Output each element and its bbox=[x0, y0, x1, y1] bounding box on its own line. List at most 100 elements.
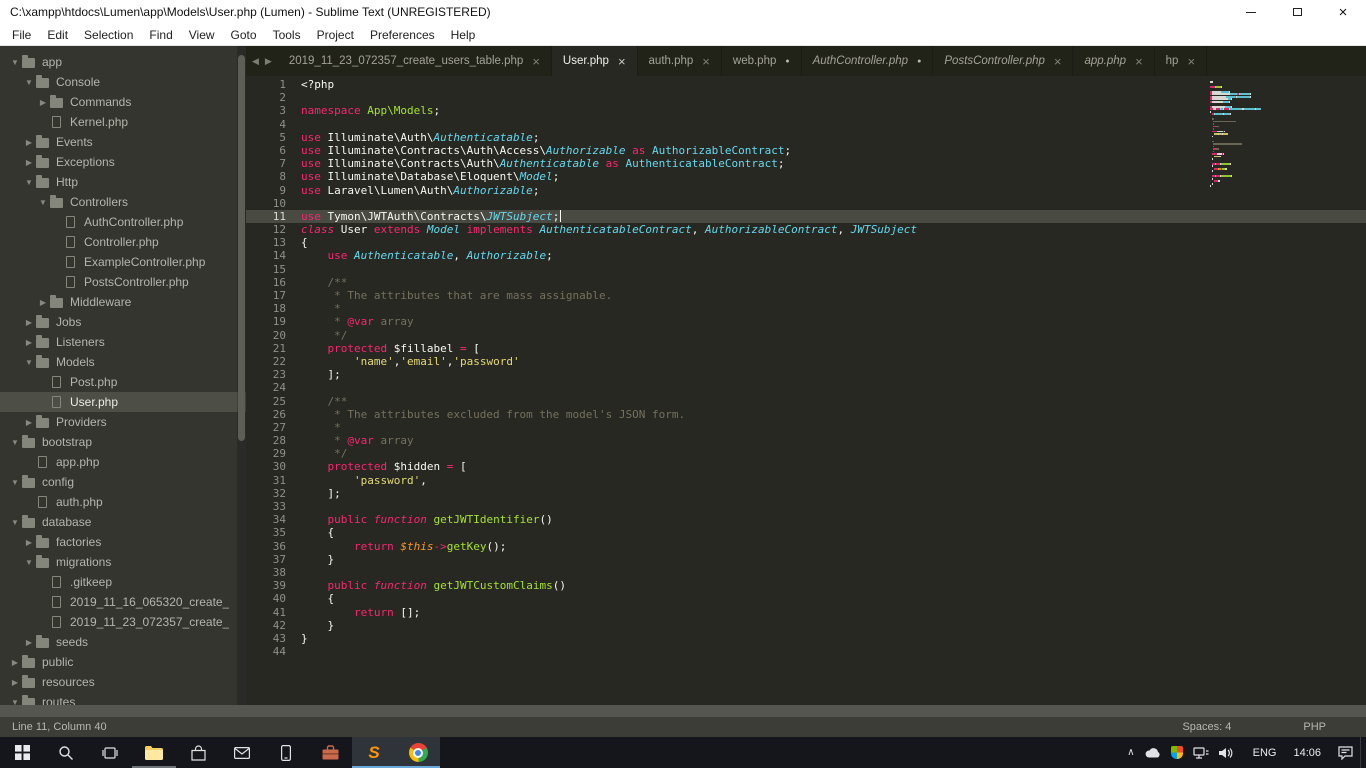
chevron-right-icon[interactable]: ▶ bbox=[22, 338, 36, 347]
menu-item-help[interactable]: Help bbox=[443, 25, 484, 45]
sidebar-item-resources[interactable]: ▶ resources bbox=[0, 672, 246, 692]
volume-icon[interactable] bbox=[1214, 747, 1239, 759]
horizontal-scrollbar[interactable] bbox=[0, 705, 1366, 717]
sidebar-item-seeds[interactable]: ▶ seeds bbox=[0, 632, 246, 652]
sidebar-item-exceptions[interactable]: ▶ Exceptions bbox=[0, 152, 246, 172]
sidebar-item-database[interactable]: ▼ database bbox=[0, 512, 246, 532]
action-center-button[interactable] bbox=[1331, 737, 1360, 768]
sidebar-item-kernel-php[interactable]: Kernel.php bbox=[0, 112, 246, 132]
sidebar-item-2019-11-16-065320-create[interactable]: 2019_11_16_065320_create_ bbox=[0, 592, 246, 612]
tab-scroll-right-icon[interactable]: ▶ bbox=[265, 56, 272, 67]
sidebar-item-app[interactable]: ▼ app bbox=[0, 52, 246, 72]
menu-item-goto[interactable]: Goto bbox=[223, 25, 265, 45]
menu-item-project[interactable]: Project bbox=[309, 25, 362, 45]
sidebar-item-middleware[interactable]: ▶ Middleware bbox=[0, 292, 246, 312]
sidebar-item-config[interactable]: ▼ config bbox=[0, 472, 246, 492]
sidebar-item-factories[interactable]: ▶ factories bbox=[0, 532, 246, 552]
sidebar-item-routes[interactable]: ▼ routes bbox=[0, 692, 246, 705]
mail-icon[interactable] bbox=[220, 737, 264, 768]
hidden-icons-icon[interactable]: ∧ bbox=[1122, 747, 1139, 758]
chevron-right-icon[interactable]: ▶ bbox=[22, 638, 36, 647]
sidebar-item-http[interactable]: ▼ Http bbox=[0, 172, 246, 192]
chevron-down-icon[interactable]: ▼ bbox=[36, 198, 50, 207]
chevron-right-icon[interactable]: ▶ bbox=[8, 658, 22, 667]
tab-scroll-left-icon[interactable]: ◀ bbox=[252, 56, 259, 67]
chevron-right-icon[interactable]: ▶ bbox=[22, 158, 36, 167]
chevron-down-icon[interactable]: ▼ bbox=[22, 78, 36, 87]
minimap[interactable] bbox=[1210, 81, 1360, 190]
toolbox-icon[interactable] bbox=[308, 737, 352, 768]
sidebar-item-jobs[interactable]: ▶ Jobs bbox=[0, 312, 246, 332]
menu-item-view[interactable]: View bbox=[181, 25, 223, 45]
chevron-down-icon[interactable]: ▼ bbox=[8, 478, 22, 487]
sidebar-scrollbar-thumb[interactable] bbox=[238, 55, 245, 441]
sidebar-item-post-php[interactable]: Post.php bbox=[0, 372, 246, 392]
chevron-down-icon[interactable]: ▼ bbox=[22, 558, 36, 567]
file-explorer-icon[interactable] bbox=[132, 737, 176, 768]
chrome-icon[interactable] bbox=[396, 737, 440, 768]
tab-authcontroller-php[interactable]: AuthController.php ● bbox=[802, 46, 934, 76]
sidebar-item-models[interactable]: ▼ Models bbox=[0, 352, 246, 372]
sidebar-item-user-php[interactable]: User.php bbox=[0, 392, 246, 412]
menu-item-file[interactable]: File bbox=[4, 25, 39, 45]
chevron-right-icon[interactable]: ▶ bbox=[22, 538, 36, 547]
chevron-right-icon[interactable]: ▶ bbox=[22, 138, 36, 147]
tab-auth-php[interactable]: auth.php × bbox=[638, 46, 722, 76]
code-editor[interactable]: 1 <?php 2 3 namespace App\Models; 4 5 use Illum… bbox=[246, 76, 1366, 705]
chevron-right-icon[interactable]: ▶ bbox=[8, 678, 22, 687]
tab-2019-11-23-072357-create-users-table-php[interactable]: 2019_11_23_072357_create_users_table.php… bbox=[278, 46, 552, 76]
chevron-right-icon[interactable]: ▶ bbox=[22, 318, 36, 327]
restore-button[interactable] bbox=[1274, 0, 1320, 24]
menu-item-preferences[interactable]: Preferences bbox=[362, 25, 443, 45]
chevron-right-icon[interactable]: ▶ bbox=[22, 418, 36, 427]
close-button[interactable]: × bbox=[1320, 0, 1366, 24]
language-indicator[interactable]: ENG bbox=[1246, 737, 1284, 768]
sidebar-item-controllers[interactable]: ▼ Controllers bbox=[0, 192, 246, 212]
tab-close-icon[interactable]: × bbox=[1054, 55, 1062, 68]
sidebar-scrollbar-track[interactable] bbox=[237, 46, 246, 705]
syntax-mode[interactable]: PHP bbox=[1303, 721, 1326, 733]
menu-item-selection[interactable]: Selection bbox=[76, 25, 141, 45]
sidebar-item-2019-11-23-072357-create[interactable]: 2019_11_23_072357_create_ bbox=[0, 612, 246, 632]
sidebar-item-controller-php[interactable]: Controller.php bbox=[0, 232, 246, 252]
chevron-down-icon[interactable]: ▼ bbox=[8, 698, 22, 706]
chevron-down-icon[interactable]: ▼ bbox=[8, 438, 22, 447]
chevron-down-icon[interactable]: ▼ bbox=[8, 518, 22, 527]
search-icon[interactable] bbox=[44, 737, 88, 768]
tab-close-icon[interactable]: × bbox=[1187, 55, 1195, 68]
chevron-down-icon[interactable]: ▼ bbox=[22, 358, 36, 367]
tab-close-icon[interactable]: × bbox=[532, 55, 540, 68]
menu-item-find[interactable]: Find bbox=[141, 25, 180, 45]
chevron-right-icon[interactable]: ▶ bbox=[36, 98, 50, 107]
cloud-icon[interactable] bbox=[1140, 747, 1166, 758]
chevron-right-icon[interactable]: ▶ bbox=[36, 298, 50, 307]
minimize-button[interactable] bbox=[1228, 0, 1274, 24]
sidebar-item-postscontroller-php[interactable]: PostsController.php bbox=[0, 272, 246, 292]
sidebar-item-authcontroller-php[interactable]: AuthController.php bbox=[0, 212, 246, 232]
tab-close-icon[interactable]: × bbox=[1135, 55, 1143, 68]
task-view-icon[interactable] bbox=[88, 737, 132, 768]
sublime-text-icon[interactable]: S bbox=[352, 737, 396, 768]
sidebar-item-bootstrap[interactable]: ▼ bootstrap bbox=[0, 432, 246, 452]
tab-postscontroller-php[interactable]: PostsController.php × bbox=[933, 46, 1074, 76]
security-shield-icon[interactable] bbox=[1166, 746, 1188, 759]
clock[interactable]: 14:06 bbox=[1283, 737, 1331, 768]
store-icon[interactable] bbox=[176, 737, 220, 768]
menu-item-tools[interactable]: Tools bbox=[265, 25, 309, 45]
sidebar-item-auth-php[interactable]: auth.php bbox=[0, 492, 246, 512]
sidebar-item-events[interactable]: ▶ Events bbox=[0, 132, 246, 152]
sidebar-item-console[interactable]: ▼ Console bbox=[0, 72, 246, 92]
show-desktop-button[interactable] bbox=[1360, 737, 1366, 768]
tab-app-php[interactable]: app.php × bbox=[1073, 46, 1155, 76]
chevron-down-icon[interactable]: ▼ bbox=[22, 178, 36, 187]
sidebar-item-examplecontroller-php[interactable]: ExampleController.php bbox=[0, 252, 246, 272]
network-icon[interactable] bbox=[1188, 746, 1214, 759]
sidebar-item-gitkeep[interactable]: .gitkeep bbox=[0, 572, 246, 592]
tab-close-icon[interactable]: × bbox=[618, 55, 626, 68]
sidebar-item-listeners[interactable]: ▶ Listeners bbox=[0, 332, 246, 352]
tab-web-php[interactable]: web.php ● bbox=[722, 46, 802, 76]
indent-setting[interactable]: Spaces: 4 bbox=[1182, 721, 1231, 733]
phone-icon[interactable] bbox=[264, 737, 308, 768]
sidebar-item-app-php[interactable]: app.php bbox=[0, 452, 246, 472]
tab-user-php[interactable]: User.php × bbox=[551, 46, 638, 76]
